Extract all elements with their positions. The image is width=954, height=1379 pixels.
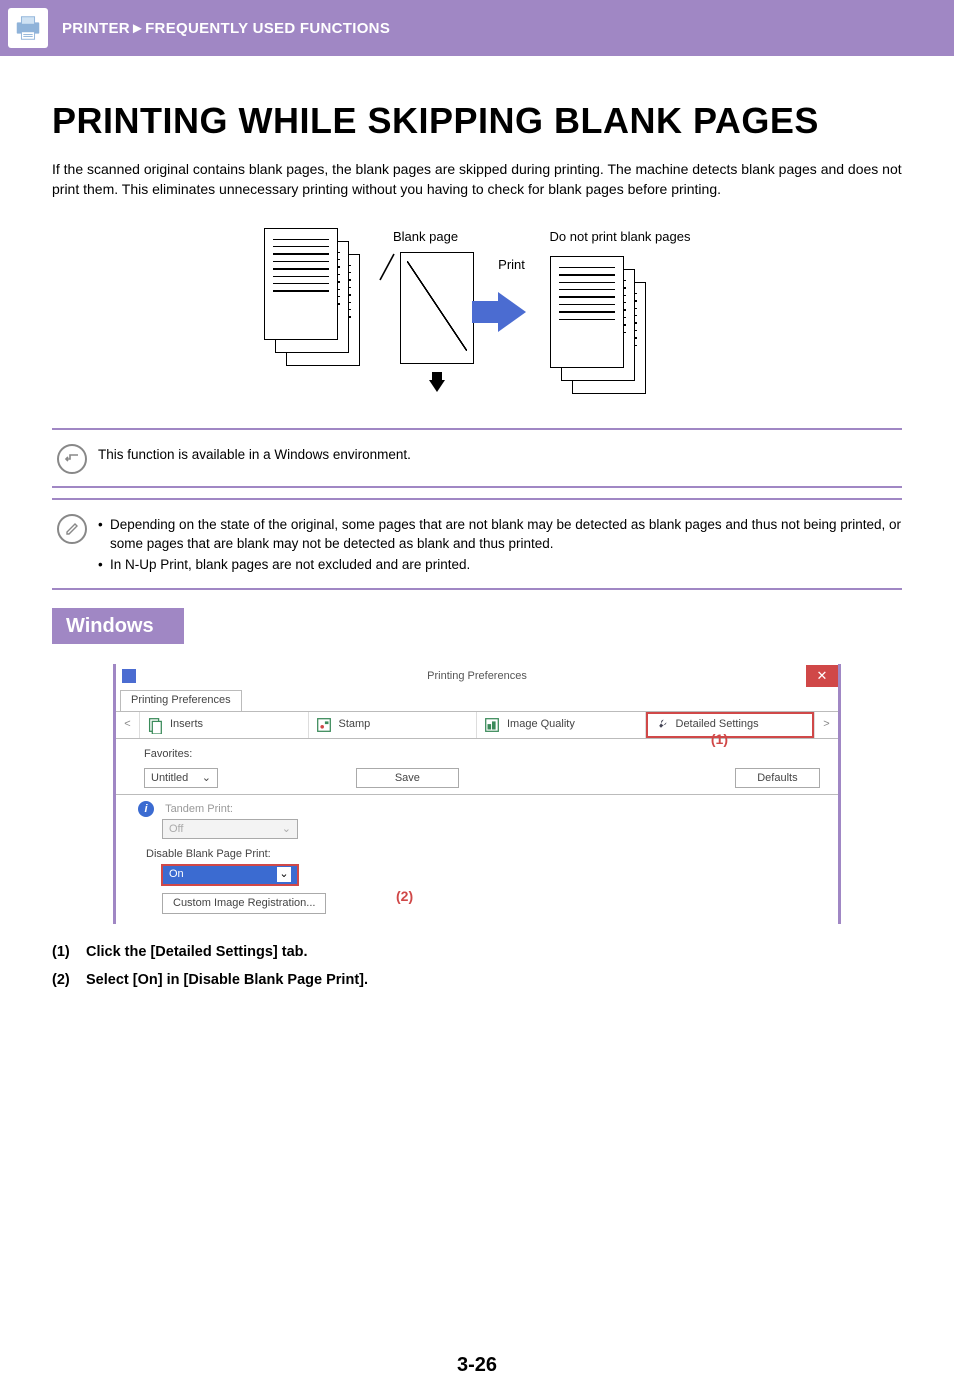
app-icon [122, 669, 136, 683]
instruction-steps: (1) Click the [Detailed Settings] tab. (… [52, 942, 902, 991]
dropdown-value: Untitled [151, 771, 188, 786]
breadcrumb-text: PRINTER►FREQUENTLY USED FUNCTIONS [62, 18, 390, 39]
blank-page-label: Blank page [378, 228, 474, 246]
note-windows-only: This function is available in a Windows … [52, 428, 902, 488]
page-stack-right [550, 256, 646, 392]
print-arrow-column: Print [498, 228, 526, 332]
defaults-button[interactable]: Defaults [735, 768, 820, 788]
right-arrow-icon [498, 292, 526, 332]
tab-label: Inserts [170, 717, 203, 732]
pointer-line-icon [378, 252, 396, 282]
tab-image-quality[interactable]: Image Quality [477, 712, 646, 738]
chevron-down-icon: ⌄ [277, 867, 291, 882]
page-title: PRINTING WHILE SKIPPING BLANK PAGES [52, 96, 902, 146]
step-text: Select [On] in [Disable Blank Page Print… [86, 970, 368, 990]
callout-1: (1) [711, 730, 728, 750]
tabs-scroll-left[interactable]: < [116, 712, 140, 738]
chevron-down-icon: ⌄ [202, 771, 211, 786]
print-label: Print [498, 256, 526, 274]
tandem-print-label: Tandem Print: [165, 803, 233, 815]
chevron-down-icon: ⌄ [282, 822, 291, 837]
step-1: (1) Click the [Detailed Settings] tab. [52, 942, 902, 962]
printer-icon [8, 8, 48, 48]
do-not-print-label: Do not print blank pages [550, 228, 691, 246]
close-button[interactable]: ✕ [806, 665, 838, 687]
blank-page-icon [400, 252, 474, 364]
settings-tabs: < Inserts Stamp Image Quality Detailed S… [116, 711, 838, 739]
window-tabstrip: Printing Preferences [116, 688, 838, 710]
tab-label: Stamp [339, 717, 371, 732]
tab-label: Image Quality [507, 717, 575, 732]
favorites-dropdown[interactable]: Untitled ⌄ [144, 768, 218, 788]
windows-heading: Windows [52, 608, 184, 644]
tab-detailed-settings[interactable]: Detailed Settings [646, 712, 815, 738]
step-number: (1) [52, 942, 76, 962]
breadcrumb-banner: PRINTER►FREQUENTLY USED FUNCTIONS [0, 0, 954, 56]
blank-page-diagram: Blank page Print Do not print blank page… [52, 228, 902, 392]
pencil-icon [52, 512, 92, 544]
tab-printing-preferences[interactable]: Printing Preferences [120, 690, 242, 710]
printing-preferences-dialog: Printing Preferences ✕ Printing Preferen… [113, 664, 841, 924]
note-caveats: Depending on the state of the original, … [52, 498, 902, 591]
tab-stamp[interactable]: Stamp [309, 712, 478, 738]
info-icon: i [138, 801, 154, 817]
callout-2: (2) [396, 887, 413, 907]
dialog-title: Printing Preferences [427, 669, 527, 684]
step-2: (2) Select [On] in [Disable Blank Page P… [52, 970, 902, 990]
down-arrow-icon [429, 380, 445, 392]
intro-paragraph: If the scanned original contains blank p… [52, 160, 902, 199]
favorites-label: Favorites: [144, 747, 192, 762]
stamp-icon [315, 716, 333, 734]
custom-image-registration-button[interactable]: Custom Image Registration... [162, 893, 326, 914]
disable-blank-page-label: Disable Blank Page Print: [146, 848, 271, 860]
dialog-titlebar: Printing Preferences ✕ [116, 664, 838, 688]
step-number: (2) [52, 970, 76, 990]
blank-page-column: Blank page [378, 228, 474, 392]
tandem-print-dropdown[interactable]: Off ⌄ [162, 819, 298, 839]
tab-inserts[interactable]: Inserts [140, 712, 309, 738]
output-column: Do not print blank pages [550, 228, 691, 392]
page-stack-left [264, 228, 360, 364]
disable-blank-page-dropdown[interactable]: On ⌄ [162, 865, 298, 885]
dropdown-value: On [169, 867, 184, 882]
page-number: 3-26 [0, 1351, 954, 1379]
down-arrow-icon [432, 372, 442, 380]
note-bullet: In N-Up Print, blank pages are not exclu… [98, 556, 902, 575]
return-icon [52, 442, 92, 474]
save-button[interactable]: Save [356, 768, 459, 788]
note-text: This function is available in a Windows … [92, 442, 411, 465]
note-bullet: Depending on the state of the original, … [98, 516, 902, 554]
image-quality-icon [483, 716, 501, 734]
inserts-icon [146, 716, 164, 734]
dropdown-value: Off [169, 822, 183, 837]
step-text: Click the [Detailed Settings] tab. [86, 942, 308, 962]
wrench-icon [652, 716, 670, 734]
tabs-scroll-right[interactable]: > [814, 712, 838, 738]
